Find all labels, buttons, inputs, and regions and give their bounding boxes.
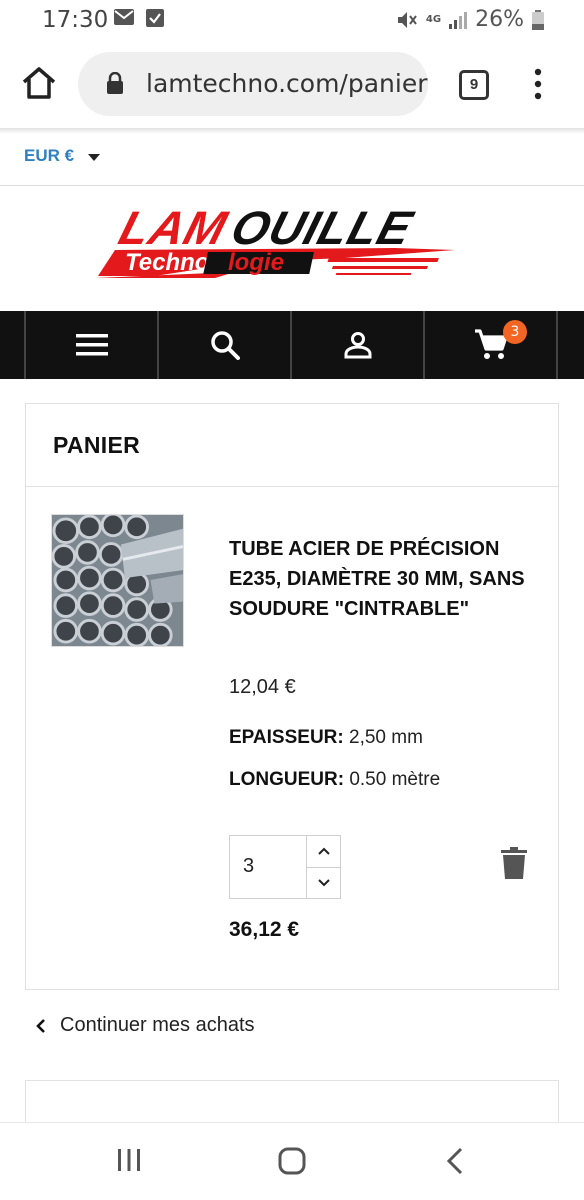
hamburger-icon xyxy=(75,334,108,356)
url-text: lamtechno.com/panier xyxy=(146,69,428,98)
quantity-decrease-button[interactable] xyxy=(307,868,340,899)
user-icon xyxy=(344,332,371,359)
account-button[interactable] xyxy=(290,311,423,379)
tab-switcher-button[interactable]: 9 xyxy=(459,70,489,100)
quantity-arrows xyxy=(307,836,340,898)
browser-toolbar: lamtechno.com/panier 9 xyxy=(0,40,584,128)
home-button-icon[interactable] xyxy=(278,1147,306,1175)
nav-spacer-left xyxy=(0,311,24,379)
chevron-down-icon xyxy=(317,879,330,887)
attribute-value: 2,50 mm xyxy=(343,727,423,748)
logo-text-ouille: OUILLE xyxy=(225,203,419,255)
home-icon[interactable] xyxy=(20,64,58,102)
attribute-value: 0.50 mètre xyxy=(344,769,441,790)
status-bar: 17:30 4G 26% xyxy=(0,0,584,40)
caret-down-icon xyxy=(88,153,101,161)
attribute-label: EPAISSEUR: xyxy=(229,727,344,748)
checkbox-icon xyxy=(146,9,164,27)
cart-count-badge: 3 xyxy=(503,320,527,344)
network-type: 4G xyxy=(425,13,442,25)
overflow-menu-icon[interactable] xyxy=(530,66,546,102)
back-icon[interactable] xyxy=(446,1147,464,1175)
product-name[interactable]: TUBE ACIER DE PRÉCISION E235, DIAMÈTRE 3… xyxy=(229,534,539,624)
cart-header: PANIER xyxy=(26,404,558,487)
continue-shopping-label: Continuer mes achats xyxy=(60,1014,255,1036)
product-attribute: EPAISSEUR: 2,50 mm xyxy=(229,727,423,749)
signal-icon xyxy=(449,11,468,29)
chevron-left-icon xyxy=(36,1018,45,1033)
search-icon xyxy=(210,331,240,360)
address-bar[interactable]: lamtechno.com/panier xyxy=(78,52,428,116)
search-button[interactable] xyxy=(157,311,290,379)
mail-icon xyxy=(114,9,134,25)
battery-icon xyxy=(532,9,544,30)
currency-label: EUR € xyxy=(24,146,75,165)
continue-shopping-link[interactable]: Continuer mes achats xyxy=(36,1014,255,1037)
quantity-input[interactable]: 3 xyxy=(230,836,307,898)
quantity-increase-button[interactable] xyxy=(307,836,340,868)
header-divider xyxy=(0,185,584,186)
recent-apps-icon[interactable] xyxy=(116,1147,142,1173)
logo-text-logie: logie xyxy=(228,249,284,276)
product-image[interactable] xyxy=(51,514,184,647)
page-title: PANIER xyxy=(53,432,140,458)
cart-card: PANIER TUBE ACIER DE PRÉCISION E235, DIA… xyxy=(25,403,559,990)
mute-icon xyxy=(397,11,417,28)
logo-text-techno: Techno xyxy=(125,249,209,276)
lock-icon xyxy=(107,72,123,94)
product-attribute: LONGUEUR: 0.50 mètre xyxy=(229,769,440,791)
main-nav: 3 xyxy=(0,311,584,379)
notification-icons xyxy=(114,9,164,27)
status-indicators: 4G 26% xyxy=(396,7,544,32)
currency-selector[interactable]: EUR € xyxy=(24,146,101,166)
battery-percent: 26% xyxy=(475,7,524,32)
attribute-label: LONGUEUR: xyxy=(229,769,345,790)
nav-spacer-right xyxy=(556,311,580,379)
toolbar-shadow xyxy=(0,128,584,134)
logo-text-lam: LAM xyxy=(113,203,233,255)
menu-button[interactable] xyxy=(24,311,157,379)
cart-button[interactable]: 3 xyxy=(423,311,556,379)
site-logo[interactable]: LAM OUILLE Techno logie xyxy=(95,200,487,290)
chevron-up-icon xyxy=(317,847,330,855)
quantity-stepper: 3 xyxy=(229,835,341,899)
line-total: 36,12 € xyxy=(229,918,300,941)
delete-icon[interactable] xyxy=(501,847,527,879)
status-time: 17:30 xyxy=(42,7,109,33)
product-price: 12,04 € xyxy=(229,676,296,698)
android-navigation-bar xyxy=(0,1122,584,1200)
